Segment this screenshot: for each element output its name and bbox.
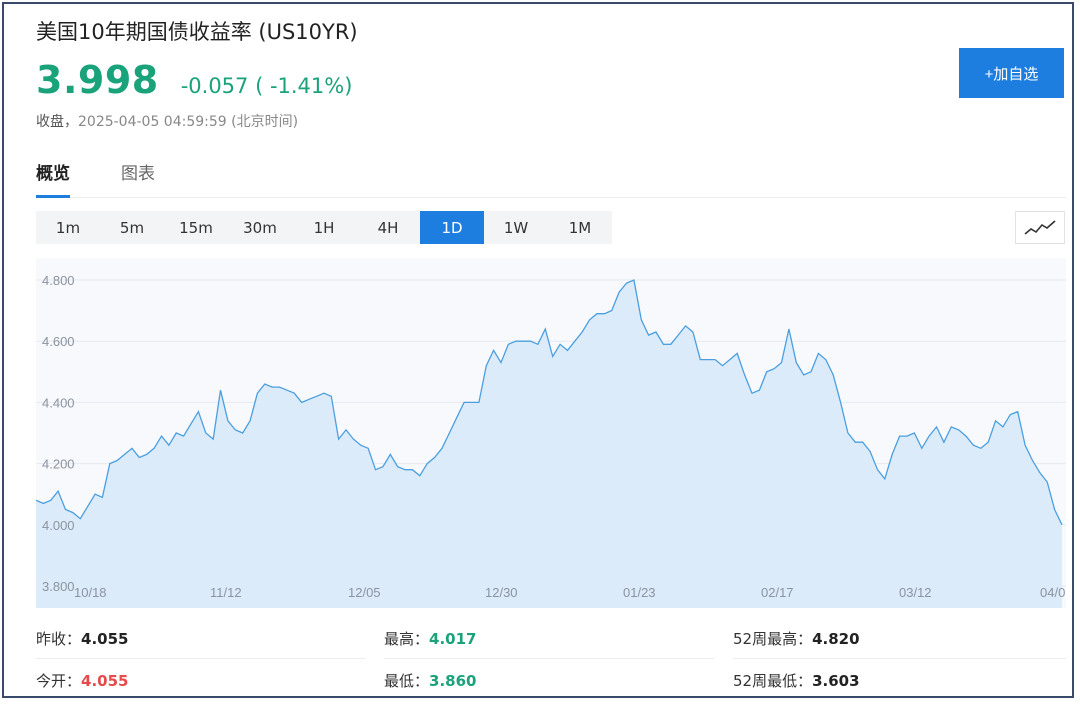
stat-low-label: 最低：: [384, 672, 430, 690]
stat-prev-close: 昨收：4.055: [36, 628, 128, 649]
line-chart-icon: [1024, 219, 1056, 235]
y-tick-label: 4.600: [42, 334, 75, 349]
status-label: 收盘，: [36, 114, 78, 130]
add-to-watchlist-button[interactable]: +加自选: [959, 48, 1064, 98]
period-1h[interactable]: 1H: [292, 211, 356, 244]
x-tick-label: 12/05: [348, 585, 381, 600]
price-chart-svg: 4.800 4.600 4.400 4.200 4.000 3.800 10/18 11/12…: [36, 258, 1066, 608]
x-tick-label: 02/17: [761, 585, 794, 600]
market-status: 收盘，2025-04-05 04:59:59 (北京时间): [36, 111, 298, 131]
period-15m[interactable]: 15m: [164, 211, 228, 244]
stat-low: 最低：3.860: [384, 670, 476, 691]
y-tick-label: 4.800: [42, 273, 75, 288]
y-tick-label: 3.800: [42, 579, 75, 594]
x-tick-label: 01/23: [623, 585, 656, 600]
stat-open-label: 今开：: [36, 672, 82, 690]
period-4h[interactable]: 4H: [356, 211, 420, 244]
period-30m[interactable]: 30m: [228, 211, 292, 244]
period-1d[interactable]: 1D: [420, 211, 484, 244]
x-tick-label: 10/18: [74, 585, 107, 600]
stat-prev-close-value: 4.055: [81, 630, 129, 648]
divider: [384, 658, 714, 659]
y-tick-label: 4.400: [42, 395, 75, 410]
x-tick-label: 11/12: [210, 585, 242, 600]
stat-low-value: 3.860: [429, 672, 477, 690]
status-time: 2025-04-05 04:59:59 (北京时间): [78, 114, 299, 130]
x-tick-label: 04/0: [1040, 585, 1065, 600]
x-tick-label: 03/12: [899, 585, 932, 600]
period-selector: 1m 5m 15m 30m 1H 4H 1D 1W 1M: [36, 211, 612, 244]
stat-52w-low-label: 52周最低：: [733, 672, 813, 690]
tab-chart[interactable]: 图表: [121, 159, 155, 195]
period-5m[interactable]: 5m: [100, 211, 164, 244]
divider: [36, 658, 366, 659]
price-row: 3.998 -0.057 ( -1.41%): [36, 58, 352, 102]
y-tick-label: 4.000: [42, 518, 75, 533]
stat-52w-low-value: 3.603: [812, 672, 860, 690]
price-change: -0.057 ( -1.41%): [180, 74, 353, 98]
period-1m[interactable]: 1m: [36, 211, 100, 244]
period-1mo[interactable]: 1M: [548, 211, 612, 244]
period-1w[interactable]: 1W: [484, 211, 548, 244]
divider: [733, 658, 1066, 659]
tab-overview[interactable]: 概览: [36, 159, 70, 198]
y-tick-label: 4.200: [42, 457, 75, 472]
stat-52w-low: 52周最低：3.603: [733, 670, 860, 691]
price-chart[interactable]: 4.800 4.600 4.400 4.200 4.000 3.800 10/18 11/12…: [36, 258, 1066, 608]
instrument-title: 美国10年期国债收益率 (US10YR): [36, 20, 358, 44]
last-price: 3.998: [36, 58, 159, 102]
stat-high: 最高：4.017: [384, 628, 476, 649]
stat-high-label: 最高：: [384, 630, 430, 648]
stat-52w-high-value: 4.820: [812, 630, 860, 648]
chart-type-toggle[interactable]: [1015, 211, 1065, 244]
x-tick-label: 12/30: [485, 585, 518, 600]
stat-open-value: 4.055: [81, 672, 129, 690]
stat-high-value: 4.017: [429, 630, 477, 648]
tab-bar: 概览 图表: [36, 159, 1066, 198]
quote-panel: 美国10年期国债收益率 (US10YR) 3.998 -0.057 ( -1.4…: [2, 2, 1074, 698]
stat-prev-close-label: 昨收：: [36, 630, 82, 648]
stat-open: 今开：4.055: [36, 670, 128, 691]
stat-52w-high: 52周最高：4.820: [733, 628, 860, 649]
stat-52w-high-label: 52周最高：: [733, 630, 813, 648]
